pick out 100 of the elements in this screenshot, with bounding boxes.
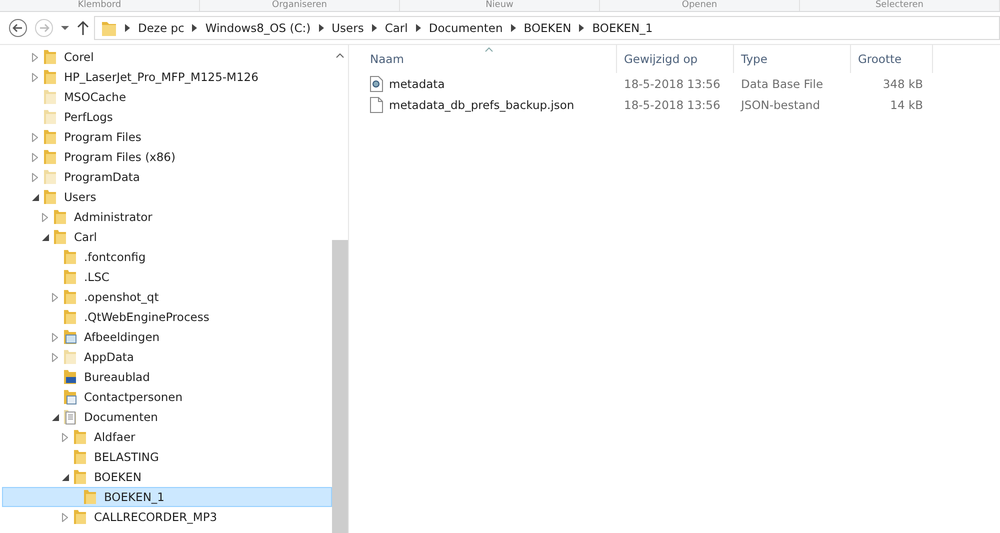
contacts-folder-icon: [63, 389, 77, 405]
folder-icon: [63, 309, 77, 325]
tree-item-label: Aldfaer: [94, 430, 136, 444]
column-header[interactable]: Grootte: [851, 45, 933, 73]
tree-item-label: ProgramData: [64, 170, 140, 184]
file-size-cell-text: 14 kB: [889, 98, 924, 112]
folder-icon: [73, 449, 87, 465]
file-type-cell-text: JSON-bestand: [739, 98, 822, 112]
folder-icon: [83, 489, 97, 505]
expand-arrow-icon[interactable]: [42, 212, 48, 222]
expand-arrow-icon[interactable]: [32, 152, 38, 162]
file-size-cell-text: 348 kB: [882, 76, 924, 90]
tree-item[interactable]: Aldfaer: [2, 427, 332, 447]
modified-date-cell-text: 18-5-2018 13:56: [623, 76, 722, 90]
file-name[interactable]: metadata: [389, 76, 445, 90]
breadcrumb-item[interactable]: Documenten: [428, 21, 503, 35]
chevron-icon: [579, 24, 584, 32]
collapse-arrow-icon[interactable]: [32, 194, 38, 200]
expand-arrow-icon[interactable]: [32, 52, 38, 62]
database-file-icon: [370, 76, 383, 92]
tree-item[interactable]: CALLRECORDER_MP3: [2, 507, 332, 527]
tree-item[interactable]: Afbeeldingen: [2, 327, 332, 347]
tree-item-label: Program Files: [64, 130, 142, 144]
breadcrumb-item[interactable]: Carl: [384, 21, 408, 35]
chevron-icon: [192, 24, 198, 32]
ribbon-group-label: Selecteren: [800, 0, 1000, 11]
file-type-cell-text: Data Base File: [740, 76, 824, 90]
tree-item-label: Contactpersonen: [84, 390, 183, 404]
tree-item[interactable]: Carl: [2, 227, 332, 247]
breadcrumb-item[interactable]: BOEKEN_1: [592, 21, 653, 35]
scrollbar-thumb[interactable]: [332, 240, 348, 533]
tree-item[interactable]: BOEKEN: [2, 467, 332, 487]
column-header[interactable]: Naam: [367, 45, 617, 73]
breadcrumb-item[interactable]: Deze pc: [138, 21, 184, 35]
tree-item[interactable]: PerfLogs: [2, 107, 332, 127]
column-header[interactable]: Gewijzigd op: [617, 45, 734, 73]
folder-icon: [53, 229, 67, 245]
file-name[interactable]: metadata_db_prefs_backup.json: [389, 98, 574, 112]
tree-item[interactable]: Bureaublad: [2, 367, 332, 387]
collapse-arrow-icon[interactable]: [62, 474, 68, 480]
expand-arrow-icon[interactable]: [32, 172, 38, 182]
tree-item[interactable]: MSOCache: [2, 87, 332, 107]
folder-icon: [63, 269, 77, 285]
tree-item-label: Corel: [64, 50, 94, 64]
tree-item-label: CALLRECORDER_MP3: [94, 510, 218, 524]
tree-item[interactable]: .LSC: [2, 267, 332, 287]
expand-arrow-icon[interactable]: [32, 132, 38, 142]
folder-icon: [53, 209, 67, 225]
folder-icon: [63, 289, 77, 305]
folder-icon: [43, 129, 57, 145]
tree-item[interactable]: HP_LaserJet_Pro_MFP_M125-M126: [2, 67, 332, 87]
tree-item-label: Program Files (x86): [64, 150, 176, 164]
tree-item[interactable]: ProgramData: [2, 167, 332, 187]
address-bar[interactable]: Deze pc Windows8_OS (C:) Users Carl Documenten BOEKEN BOEKEN_1: [94, 16, 1000, 40]
folder-icon: [73, 429, 87, 445]
tree-item[interactable]: Documenten: [2, 407, 332, 427]
tree-item-label: .openshot_qt: [84, 290, 159, 304]
tree-item-label: Users: [64, 190, 96, 204]
collapse-arrow-icon[interactable]: [52, 414, 58, 420]
tree-item-label: BELASTING: [94, 450, 159, 464]
tree-item-label: PerfLogs: [64, 110, 113, 124]
tree-item-label: Afbeeldingen: [84, 330, 160, 344]
column-header[interactable]: Type: [734, 45, 851, 73]
breadcrumb-item[interactable]: BOEKEN: [524, 21, 572, 35]
breadcrumb-item[interactable]: Users: [332, 21, 364, 35]
folder-icon: [63, 349, 77, 365]
tree-item[interactable]: BOEKEN_1: [2, 487, 332, 507]
tree-item-label: .fontconfig: [84, 250, 146, 264]
collapse-arrow-icon[interactable]: [42, 234, 48, 240]
chevron-icon: [372, 24, 377, 32]
expand-arrow-icon[interactable]: [52, 352, 58, 362]
tree-item[interactable]: .openshot_qt: [2, 287, 332, 307]
expand-arrow-icon[interactable]: [52, 292, 58, 302]
tree-item[interactable]: Users: [2, 187, 332, 207]
expand-arrow-icon[interactable]: [52, 332, 58, 342]
scroll-up-icon[interactable]: [336, 53, 344, 58]
tree-item[interactable]: Program Files: [2, 127, 332, 147]
expand-arrow-icon[interactable]: [62, 432, 68, 442]
tree-item-label: Administrator: [74, 210, 152, 224]
tree-item-label: BOEKEN: [94, 470, 142, 484]
folder-icon: [43, 189, 57, 205]
back-button[interactable]: [6, 17, 30, 39]
expand-arrow-icon[interactable]: [62, 512, 68, 522]
tree-item[interactable]: AppData: [2, 347, 332, 367]
folder-icon: [43, 169, 57, 185]
tree-item[interactable]: Corel: [2, 47, 332, 67]
tree-item-label: AppData: [84, 350, 134, 364]
tree-item[interactable]: .QtWebEngineProcess: [2, 307, 332, 327]
chevron-icon: [416, 24, 421, 32]
tree-item[interactable]: Program Files (x86): [2, 147, 332, 167]
caret-icon: [60, 25, 70, 31]
ribbon-group-label: Klembord: [0, 0, 200, 11]
file-icon: [370, 96, 383, 112]
tree-item[interactable]: Administrator: [2, 207, 332, 227]
tree-item[interactable]: BELASTING: [2, 447, 332, 467]
tree-item[interactable]: Contactpersonen: [2, 387, 332, 407]
expand-arrow-icon[interactable]: [32, 72, 38, 82]
breadcrumb-item[interactable]: Windows8_OS (C:): [205, 21, 311, 35]
tree-item[interactable]: .fontconfig: [2, 247, 332, 267]
chevron-icon: [510, 24, 516, 32]
